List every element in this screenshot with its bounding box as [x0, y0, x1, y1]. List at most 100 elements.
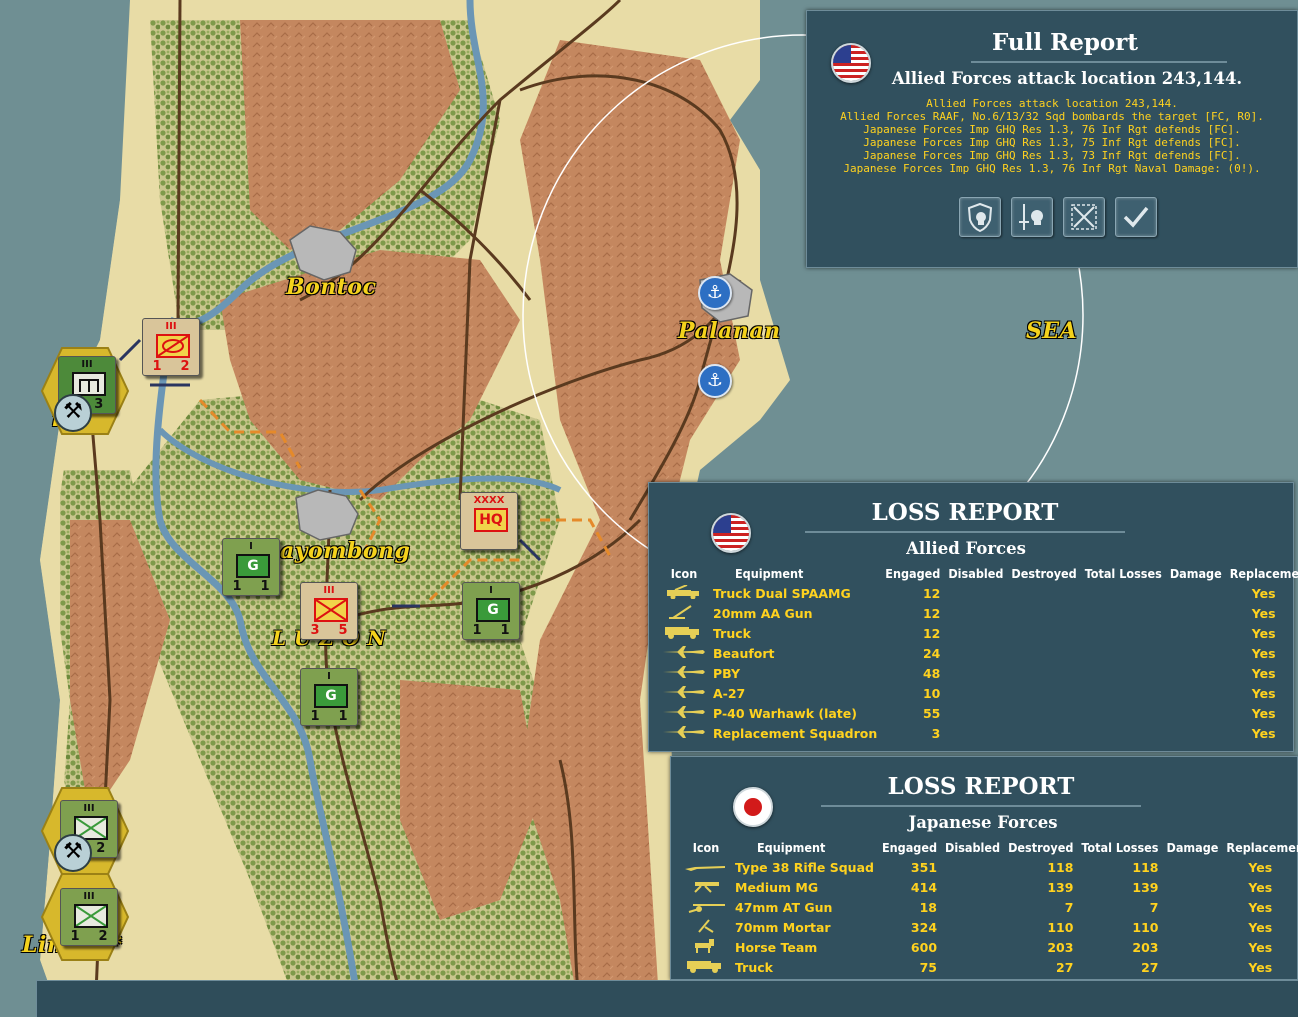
disabled-count — [944, 683, 1007, 703]
unit-size: III — [323, 585, 335, 596]
column-header: Damage — [1166, 839, 1219, 855]
column-header: Destroyed — [1011, 565, 1077, 581]
attacker-losses-button[interactable] — [1011, 197, 1053, 237]
destroyed-count — [1007, 683, 1080, 703]
equipment-name: 70mm Mortar — [735, 919, 831, 935]
table-row: Beaufort 24 Yes — [659, 643, 1298, 663]
disabled-count — [944, 583, 1007, 603]
truck-icon — [681, 957, 731, 977]
sword-skull-icon — [1019, 204, 1043, 230]
engaged-count: 3 — [931, 725, 941, 741]
disabled-count — [944, 623, 1007, 643]
log-line: Allied Forces RAAF, No.6/13/32 Sqd bomba… — [840, 110, 1264, 123]
replacements-value: Yes — [1248, 939, 1273, 955]
mortar-icon — [681, 917, 731, 937]
unit-counter-allied-infantry[interactable]: III 1 2 — [60, 888, 118, 946]
port-anchor-icon[interactable]: anchor⚓ — [698, 364, 732, 398]
table-row: PBY 48 Yes — [659, 663, 1298, 683]
table-row: Truck Dual SPAAMG 12 Yes — [659, 583, 1298, 603]
damage-value — [1166, 643, 1226, 663]
combat-detail-button[interactable] — [1063, 197, 1105, 237]
place-label-sea: SEA — [1026, 318, 1078, 344]
unit-counter-japanese-infantry[interactable]: III 3 5 — [300, 582, 358, 640]
damage-value — [1162, 897, 1222, 917]
column-header: Total Losses — [1081, 839, 1159, 855]
column-header: Disabled — [945, 839, 1001, 855]
unit-defense: 2 — [180, 359, 190, 374]
disabled-count — [941, 917, 1004, 937]
unit-defense: 5 — [338, 623, 348, 638]
log-line: Japanese Forces Imp GHQ Res 1.3, 73 Inf … — [863, 149, 1241, 162]
unit-defense: 3 — [94, 397, 104, 412]
unit-counter-guerrilla[interactable]: I G 1 1 — [462, 582, 520, 640]
unit-size: III — [165, 321, 177, 332]
equipment-name: Truck — [713, 625, 751, 641]
plane-icon — [659, 663, 709, 683]
engaged-count: 48 — [922, 665, 941, 681]
loss-report-title: LOSS REPORT — [887, 773, 1075, 800]
destroyed-count — [1007, 723, 1080, 743]
unit-counter-japanese-recon[interactable]: III 1 2 — [142, 318, 200, 376]
replacements-value: Yes — [1248, 859, 1273, 875]
damage-value — [1162, 917, 1222, 937]
total-losses-count — [1081, 623, 1166, 643]
damage-value — [1166, 663, 1226, 683]
machine-gun-icon — [681, 877, 731, 897]
engaged-count: 10 — [922, 685, 941, 701]
unit-size: III — [83, 803, 95, 814]
disabled-count — [944, 663, 1007, 683]
total-losses-count — [1081, 723, 1166, 743]
unit-letter: G — [247, 558, 259, 574]
bottom-status-bar — [36, 980, 1298, 1017]
equipment-name: 47mm AT Gun — [735, 899, 833, 915]
unit-defense: 1 — [500, 623, 510, 638]
port-anchor-icon[interactable]: anchor⚓ — [698, 276, 732, 310]
log-line: Japanese Forces Imp GHQ Res 1.3, 76 Inf … — [863, 123, 1241, 136]
replacements-value: Yes — [1248, 959, 1273, 975]
unit-attack: 1 — [70, 929, 80, 944]
replacements-value: Yes — [1248, 899, 1273, 915]
total-losses-count — [1081, 703, 1166, 723]
table-header-row: Icon Equipment Engaged Disabled Destroye… — [681, 837, 1298, 857]
damage-value — [1166, 623, 1226, 643]
equipment-name: A-27 — [713, 685, 746, 701]
destroyed-count: 203 — [1047, 939, 1074, 955]
truck-icon — [659, 623, 709, 643]
allied-loss-report-panel: LOSS REPORT Allied Forces Icon Equipment… — [648, 482, 1298, 752]
unit-defense: 1 — [260, 579, 270, 594]
unit-counter-guerrilla[interactable]: I G 1 1 — [300, 668, 358, 726]
unit-attack: 1 — [152, 359, 162, 374]
unit-attack: 1 — [232, 579, 242, 594]
table-row: Truck 12 Yes — [659, 623, 1298, 643]
engineer-marker-icon: ⚒ — [54, 834, 92, 872]
unit-symbol-hq: HQ — [474, 508, 508, 532]
destroyed-count: 118 — [1047, 859, 1074, 875]
table-row: Horse Team 600 203 203 Yes — [681, 937, 1298, 957]
equipment-name: Beaufort — [713, 645, 775, 661]
unit-letter: HQ — [479, 512, 503, 528]
equipment-name: Type 38 Rifle Squad — [735, 859, 874, 875]
total-losses-count: 7 — [1149, 899, 1159, 915]
equipment-name: Truck — [735, 959, 773, 975]
unit-counter-guerrilla[interactable]: I G 1 1 — [222, 538, 280, 596]
horse-icon — [681, 937, 731, 957]
full-report-panel: Full Report Allied Forces attack locatio… — [806, 10, 1298, 268]
unit-counter-japanese-hq[interactable]: XXXX HQ — [460, 492, 518, 550]
close-report-button[interactable] — [1115, 197, 1157, 237]
total-losses-count: 203 — [1132, 939, 1159, 955]
column-header: Destroyed — [1008, 839, 1074, 855]
damage-value — [1162, 937, 1222, 957]
unit-symbol-hq — [72, 372, 106, 396]
column-header: Disabled — [948, 565, 1004, 581]
engaged-count: 324 — [910, 919, 938, 935]
total-losses-count — [1081, 603, 1166, 623]
defender-losses-button[interactable] — [959, 197, 1001, 237]
destroyed-count: 7 — [1064, 899, 1074, 915]
total-losses-count — [1081, 583, 1166, 603]
unit-size: XXXX — [473, 495, 505, 506]
unit-size: I — [489, 585, 493, 596]
damage-value — [1162, 857, 1222, 877]
disabled-count — [944, 643, 1007, 663]
disabled-count — [941, 857, 1004, 877]
disabled-count — [944, 723, 1007, 743]
